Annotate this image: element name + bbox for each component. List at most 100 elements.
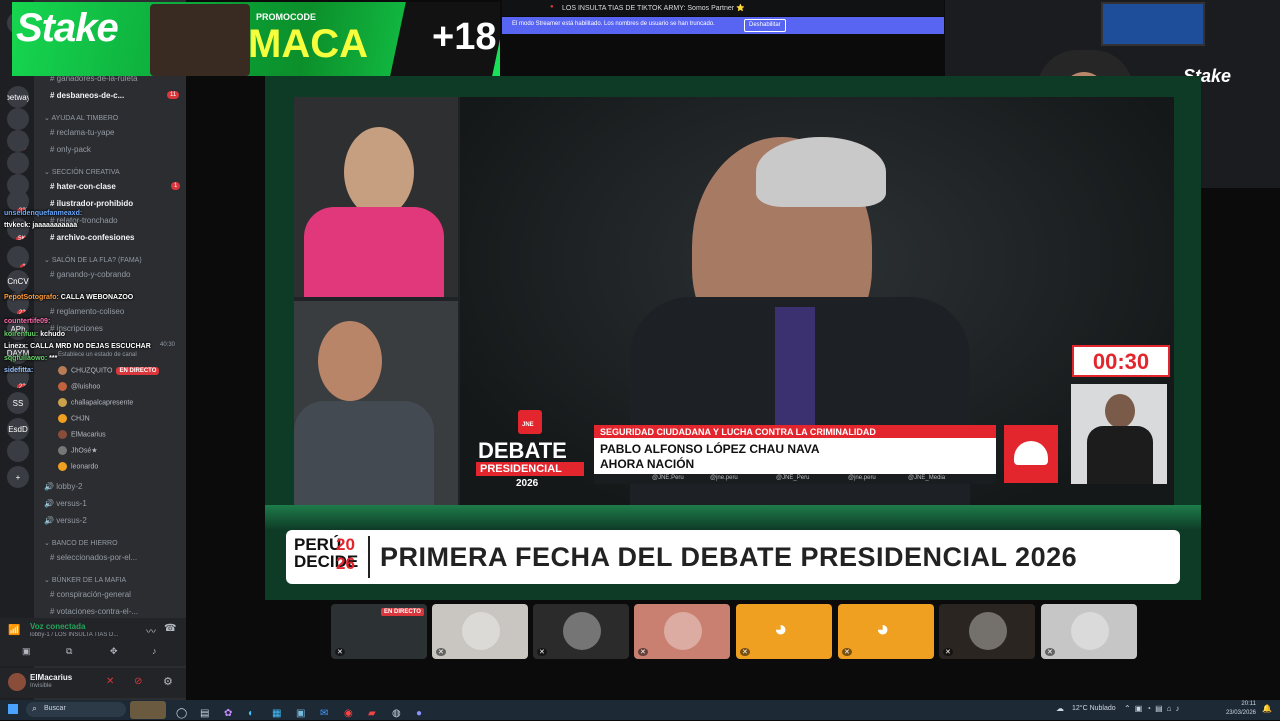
- signal-icon: 📶: [8, 625, 21, 636]
- speaker-hair: [756, 137, 886, 207]
- participant-tile[interactable]: ✕: [432, 604, 528, 659]
- debate-logo: JNE DEBATE PRESIDENCIAL 2026: [474, 408, 586, 492]
- category-creativa[interactable]: ⌄ SECCIÓN CREATIVA: [44, 168, 120, 176]
- category-mafia[interactable]: ⌄ BÚNKER DE LA MAFIA: [44, 576, 126, 584]
- noise-suppression-icon[interactable]: 〰: [146, 623, 156, 638]
- participant-tile[interactable]: ✕: [939, 604, 1035, 659]
- user-status: Invisible: [30, 683, 52, 689]
- host-panel-bottom: [294, 301, 458, 505]
- server-icon[interactable]: [7, 152, 29, 174]
- search-box[interactable]: ⌕ Buscar: [26, 702, 126, 717]
- stake-logo: Stake: [16, 6, 119, 50]
- category-hierro[interactable]: ⌄ BANCO DE HIERRO: [44, 539, 118, 547]
- start-icon[interactable]: [8, 704, 18, 714]
- voice-channel-versus-2[interactable]: 🔊 versus-2: [44, 516, 184, 525]
- windows-taskbar: ⌕ Buscar ◯ ▤ ✿ ◐ ▦ ▣ ✉ ◉ ▰ ◍ ● ☁ 12°C Nu…: [0, 700, 1280, 720]
- voice-user-7[interactable]: leonardo: [58, 462, 98, 471]
- camera-icon[interactable]: ▣: [22, 646, 31, 657]
- peru-year-top: 20: [336, 535, 355, 554]
- voice-user-2[interactable]: @luishoo: [58, 382, 100, 391]
- avatar: [462, 612, 500, 650]
- channel-reclama[interactable]: # reclama-tu-yape: [50, 128, 190, 137]
- discord-taskbar-icon[interactable]: ●: [416, 703, 422, 721]
- avatar: [563, 612, 601, 650]
- muted-mic-icon: ✕: [842, 648, 852, 656]
- store-icon[interactable]: ▦: [272, 703, 281, 721]
- voice-status: Voz conectada: [30, 622, 86, 631]
- screen-share-icon[interactable]: ⧉: [66, 646, 72, 657]
- voice-user-6[interactable]: JhOsé★: [58, 446, 98, 455]
- headline-text: PRIMERA FECHA DEL DEBATE PRESIDENCIAL 20…: [380, 542, 1078, 572]
- participant-tile[interactable]: ◕ ✕: [838, 604, 934, 659]
- deafen-icon[interactable]: ⊘: [134, 676, 142, 687]
- channel-only-pack[interactable]: # only-pack: [50, 145, 190, 154]
- channel-votaciones[interactable]: # votaciones-contra-el-...: [50, 607, 190, 616]
- countdown-value: 00:30: [1092, 349, 1150, 374]
- app-icon[interactable]: ✉: [320, 703, 328, 721]
- user-panel: ElMacarius Invisible ✕ ⊘ ⚙: [0, 668, 186, 698]
- clock-time[interactable]: 20:11: [1218, 701, 1256, 707]
- chat-message: PepotSotografo: CALLA WEBONAZOO: [4, 294, 133, 301]
- chat-user: PepotSotografo:: [4, 294, 59, 301]
- activities-icon[interactable]: ✥: [110, 646, 118, 657]
- copilot-icon[interactable]: ✿: [224, 703, 232, 721]
- participant-tile[interactable]: ◕ ✕: [736, 604, 832, 659]
- chrome-icon[interactable]: ◉: [344, 703, 353, 721]
- voice-channel-lobby-2[interactable]: 🔊 lobby-2: [44, 482, 184, 491]
- server-icon[interactable]: SS: [7, 392, 29, 414]
- avatar: [58, 462, 67, 471]
- category-ayuda[interactable]: ⌄ AYUDA AL TIMBERO: [44, 114, 118, 122]
- server-icon[interactable]: betway: [7, 86, 29, 108]
- mute-icon[interactable]: ✕: [106, 676, 114, 687]
- participant-tile[interactable]: ✕: [634, 604, 730, 659]
- channel-seleccionados[interactable]: # seleccionados-por-el...: [50, 553, 190, 562]
- stream-thumbnail[interactable]: EN DIRECTO ✕: [331, 604, 427, 659]
- avatar: [58, 382, 67, 391]
- notification-icon[interactable]: 🔔: [1262, 704, 1272, 713]
- app-icon[interactable]: ▰: [368, 703, 376, 721]
- clock-date[interactable]: 23/03/2026: [1208, 710, 1256, 716]
- muted-mic-icon: ✕: [943, 648, 953, 656]
- tray-icons[interactable]: ⌃▣◔▤⌂♪: [1124, 704, 1183, 713]
- channel-hater[interactable]: # hater-con-clase: [50, 182, 190, 191]
- obs-icon[interactable]: ◍: [392, 703, 401, 721]
- file-explorer-icon[interactable]: ▤: [200, 703, 209, 721]
- task-view-icon[interactable]: ◯: [176, 703, 187, 721]
- sponsor-banner: Stake PROMOCODE MACA +18: [12, 2, 500, 76]
- avatar[interactable]: [8, 673, 26, 691]
- participant-tile[interactable]: ✕: [533, 604, 629, 659]
- party-logo: [1004, 425, 1058, 483]
- voice-channel-versus-1[interactable]: 🔊 versus-1: [44, 499, 184, 508]
- muted-mic-icon: ✕: [740, 648, 750, 656]
- disable-streamer-mode-button[interactable]: Deshabilitar: [744, 19, 786, 32]
- chat-message: sqgfuliaowo: ***: [4, 355, 57, 362]
- soundboard-icon[interactable]: ♪: [152, 646, 157, 656]
- edge-icon[interactable]: ◐: [248, 703, 254, 721]
- channel-conspiracion[interactable]: # conspiración-general: [50, 590, 190, 599]
- server-icon[interactable]: [7, 108, 29, 130]
- voice-user-4[interactable]: CHJN: [58, 414, 90, 423]
- voice-user-5[interactable]: ElMacarius: [58, 430, 106, 439]
- voice-user-3[interactable]: challapalcapresente: [58, 398, 133, 407]
- server-icon[interactable]: EsdD: [7, 418, 29, 440]
- participant-tile[interactable]: ✕: [1041, 604, 1137, 659]
- server-icon[interactable]: 4: [7, 130, 29, 152]
- widget-icon[interactable]: [130, 701, 166, 719]
- countdown-timer: 00:30: [1072, 345, 1170, 377]
- settings-gear-icon[interactable]: ⚙: [163, 675, 173, 688]
- voice-location[interactable]: lobby-1 / LOS INSULTA TIAS D...: [30, 632, 142, 638]
- disconnect-icon[interactable]: ☎: [164, 623, 176, 634]
- app-icon[interactable]: ▣: [296, 703, 305, 721]
- server-icon[interactable]: [7, 440, 29, 462]
- social-handles: @JNE.Peru @jne.peru @JNE_Peru @jne.peru …: [594, 474, 996, 484]
- avatar: [969, 612, 1007, 650]
- chat-user: sidefitta:: [4, 367, 34, 374]
- avatar: [1071, 612, 1109, 650]
- candidate-name: PABLO ALFONSO LÓPEZ CHAU NAVA: [600, 442, 820, 456]
- headline-banner: PERÚ DECIDE 20 26 PRIMERA FECHA DEL DEBA…: [286, 530, 1180, 584]
- add-server-button[interactable]: +: [7, 466, 29, 488]
- chat-user: Linezx:: [4, 343, 29, 350]
- weather-text[interactable]: 12°C Nublado: [1072, 705, 1116, 712]
- avatar: [664, 612, 702, 650]
- chat-message: koirenfuu: kchudo: [4, 331, 65, 338]
